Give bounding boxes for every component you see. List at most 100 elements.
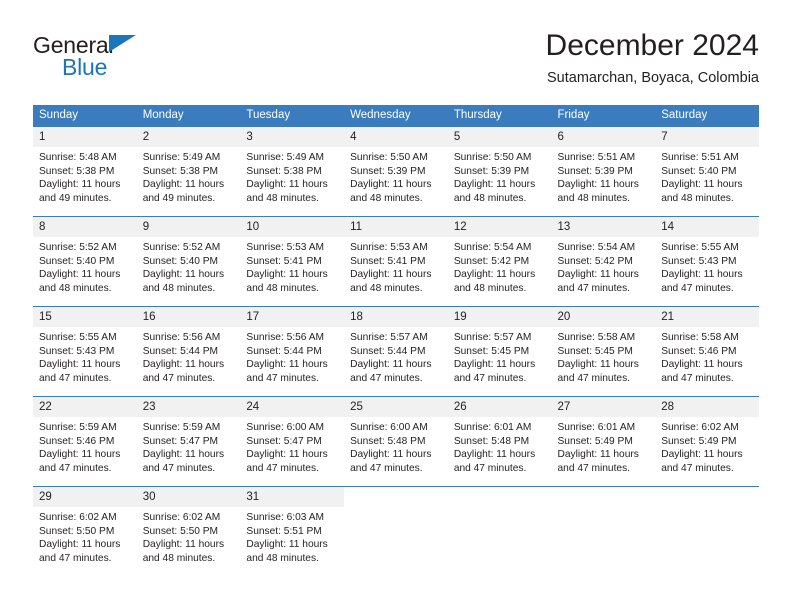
calendar-day-cell[interactable]: 10 Sunrise: 5:53 AM Sunset: 5:41 PM Dayligh… [240, 216, 345, 307]
day-number: 16 [136, 307, 241, 327]
daylight-text-line2: and 47 minutes. [39, 372, 112, 384]
daylight-text-line2: and 47 minutes. [142, 372, 216, 384]
daylight-text-line2: and 47 minutes. [350, 372, 423, 384]
day-cell-inner: 9 Sunrise: 5:52 AM Sunset: 5:40 PM Daylight… [136, 217, 241, 306]
calendar-day-cell[interactable]: 2 Sunrise: 5:49 AM Sunset: 5:38 PM Daylight… [136, 127, 241, 217]
weekday-header-wednesday: Wednesday [344, 105, 448, 127]
sunrise-text: Sunrise: 5:49 AM [142, 152, 221, 163]
calendar-day-cell[interactable]: 3 Sunrise: 5:49 AM Sunset: 5:38 PM Daylight… [240, 127, 345, 217]
calendar-day-cell[interactable]: 13 Sunrise: 5:54 AM Sunset: 5:42 PM Dayligh… [551, 216, 656, 307]
day-cell-inner: 5 Sunrise: 5:50 AM Sunset: 5:39 PM Daylight… [447, 127, 552, 216]
sunrise-text: Sunrise: 5:58 AM [661, 332, 739, 343]
sunset-text: Sunset: 5:47 PM [246, 435, 322, 447]
calendar-day-cell[interactable]: 9 Sunrise: 5:52 AM Sunset: 5:40 PM Daylight… [136, 216, 241, 307]
month-calendar: Sunday Monday Tuesday Wednesday Thursday Frid… [33, 105, 759, 576]
daylight-text-line2: and 48 minutes. [453, 192, 527, 204]
day-number: 30 [136, 487, 241, 507]
calendar-day-cell[interactable]: 26 Sunrise: 6:01 AM Sunset: 5:48 PM Dayligh… [447, 396, 552, 487]
sunset-text: Sunset: 5:40 PM [661, 165, 737, 177]
calendar-day-cell[interactable]: 16 Sunrise: 5:56 AM Sunset: 5:44 PM Dayligh… [136, 306, 241, 397]
day-cell-inner: 23 Sunrise: 5:59 AM Sunset: 5:47 PM Dayligh… [136, 397, 241, 486]
day-sun-details: Sunrise: 5:52 AM Sunset: 5:40 PM Daylight:… [137, 237, 241, 295]
sunset-text: Sunset: 5:41 PM [350, 255, 426, 267]
calendar-day-cell[interactable]: 21 Sunrise: 5:58 AM Sunset: 5:46 PM Dayligh… [655, 306, 759, 397]
sunrise-text: Sunrise: 5:55 AM [39, 332, 117, 343]
sunrise-text: Sunrise: 5:50 AM [453, 152, 532, 163]
sunrise-text: Sunrise: 6:02 AM [142, 512, 221, 523]
daylight-text-line2: and 47 minutes. [661, 282, 734, 294]
day-cell-inner: 10 Sunrise: 5:53 AM Sunset: 5:41 PM Dayligh… [240, 217, 345, 306]
day-number: 21 [655, 307, 759, 327]
day-number: 2 [136, 127, 241, 147]
calendar-day-cell[interactable]: 30 Sunrise: 6:02 AM Sunset: 5:50 PM Dayligh… [136, 486, 241, 576]
daylight-text-line1: Daylight: 11 hours [39, 449, 121, 461]
calendar-day-cell[interactable]: 19 Sunrise: 5:57 AM Sunset: 5:45 PM Dayligh… [447, 306, 552, 397]
calendar-day-cell[interactable]: 4 Sunrise: 5:50 AM Sunset: 5:39 PM Daylight… [344, 127, 448, 217]
sunrise-text: Sunrise: 6:01 AM [453, 422, 532, 433]
calendar-day-cell[interactable]: 5 Sunrise: 5:50 AM Sunset: 5:39 PM Daylight… [447, 127, 552, 217]
day-sun-details: Sunrise: 5:49 AM Sunset: 5:38 PM Daylight:… [137, 147, 241, 205]
day-sun-details: Sunrise: 5:53 AM Sunset: 5:41 PM Daylight:… [240, 237, 344, 295]
calendar-day-cell[interactable]: 24 Sunrise: 6:00 AM Sunset: 5:47 PM Dayligh… [240, 396, 345, 487]
calendar-page: General Blue December 2024 Sutamarchan, … [0, 0, 792, 612]
daylight-text-line1: Daylight: 11 hours [350, 179, 432, 191]
calendar-day-cell[interactable]: 23 Sunrise: 5:59 AM Sunset: 5:47 PM Dayligh… [136, 396, 241, 487]
day-number: 23 [136, 397, 241, 417]
day-sun-details: Sunrise: 5:50 AM Sunset: 5:39 PM Daylight:… [448, 147, 552, 205]
calendar-week-row: 1 Sunrise: 5:48 AM Sunset: 5:38 PM Daylight… [33, 127, 759, 217]
calendar-day-cell[interactable]: 27 Sunrise: 6:01 AM Sunset: 5:49 PM Dayligh… [551, 396, 656, 487]
sunset-text: Sunset: 5:48 PM [453, 435, 530, 447]
calendar-day-cell[interactable]: 14 Sunrise: 5:55 AM Sunset: 5:43 PM Dayligh… [655, 216, 759, 307]
day-number: 29 [33, 487, 137, 507]
day-number: 22 [33, 397, 137, 417]
sunset-text: Sunset: 5:49 PM [661, 435, 737, 447]
sunset-text: Sunset: 5:46 PM [661, 345, 737, 357]
daylight-text-line2: and 47 minutes. [142, 462, 216, 474]
calendar-week-row: 22 Sunrise: 5:59 AM Sunset: 5:46 PM Dayligh… [33, 396, 759, 487]
day-cell-inner: 6 Sunrise: 5:51 AM Sunset: 5:39 PM Daylight… [551, 127, 656, 216]
day-sun-details: Sunrise: 6:00 AM Sunset: 5:47 PM Daylight:… [240, 417, 344, 475]
sunrise-text: Sunrise: 5:56 AM [246, 332, 324, 343]
daylight-text-line2: and 48 minutes. [350, 282, 423, 294]
daylight-text-line1: Daylight: 11 hours [39, 359, 121, 371]
sunrise-text: Sunrise: 5:51 AM [557, 152, 636, 163]
day-number: 8 [33, 217, 137, 237]
calendar-day-cell[interactable]: 1 Sunrise: 5:48 AM Sunset: 5:38 PM Daylight… [33, 127, 137, 217]
calendar-day-cell[interactable]: 17 Sunrise: 5:56 AM Sunset: 5:44 PM Dayligh… [240, 306, 345, 397]
daylight-text-line1: Daylight: 11 hours [142, 449, 225, 461]
day-number: 10 [240, 217, 345, 237]
day-sun-details: Sunrise: 6:01 AM Sunset: 5:48 PM Daylight:… [448, 417, 552, 475]
day-cell-inner: 15 Sunrise: 5:55 AM Sunset: 5:43 PM Dayligh… [33, 307, 137, 396]
calendar-day-cell[interactable]: 18 Sunrise: 5:57 AM Sunset: 5:44 PM Dayligh… [344, 306, 448, 397]
daylight-text-line1: Daylight: 11 hours [142, 539, 225, 551]
day-cell-inner: 14 Sunrise: 5:55 AM Sunset: 5:43 PM Dayligh… [655, 217, 759, 306]
day-cell-inner: 20 Sunrise: 5:58 AM Sunset: 5:45 PM Dayligh… [551, 307, 656, 396]
calendar-day-cell[interactable]: 12 Sunrise: 5:54 AM Sunset: 5:42 PM Dayligh… [447, 216, 552, 307]
generalblue-logo[interactable]: General Blue [33, 32, 233, 90]
day-number: 26 [447, 397, 552, 417]
day-sun-details [655, 493, 759, 497]
calendar-day-cell[interactable]: 20 Sunrise: 5:58 AM Sunset: 5:45 PM Dayligh… [551, 306, 656, 397]
sunset-text: Sunset: 5:39 PM [557, 165, 633, 177]
day-cell-inner: 4 Sunrise: 5:50 AM Sunset: 5:39 PM Daylight… [344, 127, 448, 216]
sunrise-text: Sunrise: 6:02 AM [661, 422, 739, 433]
calendar-day-cell[interactable]: 15 Sunrise: 5:55 AM Sunset: 5:43 PM Dayligh… [33, 306, 137, 397]
day-sun-details: Sunrise: 5:56 AM Sunset: 5:44 PM Daylight:… [240, 327, 344, 385]
day-number: 19 [447, 307, 552, 327]
sunrise-text: Sunrise: 5:55 AM [661, 242, 739, 253]
calendar-day-cell[interactable]: 7 Sunrise: 5:51 AM Sunset: 5:40 PM Daylight… [655, 127, 759, 217]
calendar-day-cell[interactable]: 28 Sunrise: 6:02 AM Sunset: 5:49 PM Dayligh… [655, 396, 759, 487]
calendar-day-cell[interactable]: 11 Sunrise: 5:53 AM Sunset: 5:41 PM Dayligh… [344, 216, 448, 307]
calendar-day-cell[interactable]: 29 Sunrise: 6:02 AM Sunset: 5:50 PM Dayligh… [33, 486, 137, 576]
sunrise-text: Sunrise: 5:49 AM [246, 152, 324, 163]
calendar-day-cell[interactable]: 6 Sunrise: 5:51 AM Sunset: 5:39 PM Daylight… [551, 127, 656, 217]
calendar-day-cell[interactable]: 8 Sunrise: 5:52 AM Sunset: 5:40 PM Daylight… [33, 216, 137, 307]
daylight-text-line2: and 48 minutes. [350, 192, 423, 204]
sunset-text: Sunset: 5:43 PM [661, 255, 737, 267]
day-cell-inner: 7 Sunrise: 5:51 AM Sunset: 5:40 PM Daylight… [655, 127, 759, 216]
calendar-day-cell[interactable]: 31 Sunrise: 6:03 AM Sunset: 5:51 PM Dayligh… [240, 486, 345, 576]
daylight-text-line2: and 47 minutes. [39, 552, 112, 564]
day-sun-details: Sunrise: 5:58 AM Sunset: 5:45 PM Daylight:… [552, 327, 656, 385]
calendar-day-cell[interactable]: 22 Sunrise: 5:59 AM Sunset: 5:46 PM Dayligh… [33, 396, 137, 487]
calendar-day-cell[interactable]: 25 Sunrise: 6:00 AM Sunset: 5:48 PM Dayligh… [344, 396, 448, 487]
